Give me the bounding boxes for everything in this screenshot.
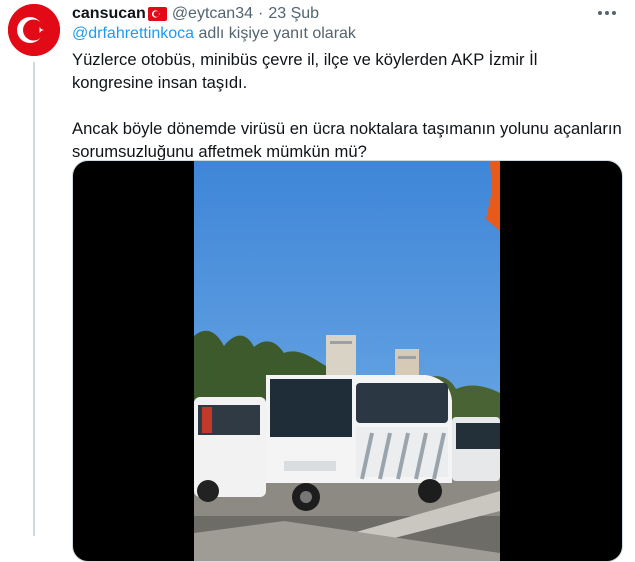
thread-connector-line <box>33 62 35 536</box>
reply-context: @drfahrettinkoca adlı kişiye yanıt olara… <box>72 25 356 43</box>
tweet-date[interactable]: 23 Şub <box>268 5 319 23</box>
tweet-header: cansucan @eytcan34 · 23 Şub <box>72 3 319 25</box>
turkish-flag-icon <box>147 7 167 21</box>
user-handle[interactable]: @eytcan34 <box>172 5 253 23</box>
more-options-icon[interactable] <box>595 2 619 24</box>
buses-video-still <box>194 161 500 561</box>
reply-mention-link[interactable]: @drfahrettinkoca <box>72 25 194 42</box>
turkish-flag-avatar-icon <box>8 4 60 56</box>
reply-suffix-text: adlı kişiye yanıt olarak <box>194 25 356 42</box>
display-name[interactable]: cansucan <box>72 5 146 23</box>
video-player[interactable] <box>72 160 623 562</box>
tweet-body: Yüzlerce otobüs, minibüs çevre il, ilçe … <box>72 48 622 163</box>
separator-dot: · <box>258 5 264 22</box>
tweet-paragraph-1: Yüzlerce otobüs, minibüs çevre il, ilçe … <box>72 50 538 92</box>
avatar[interactable] <box>8 4 60 56</box>
video-frame[interactable] <box>194 161 500 561</box>
tweet-paragraph-2: Ancak böyle dönemde virüsü en ücra nokta… <box>72 119 622 161</box>
